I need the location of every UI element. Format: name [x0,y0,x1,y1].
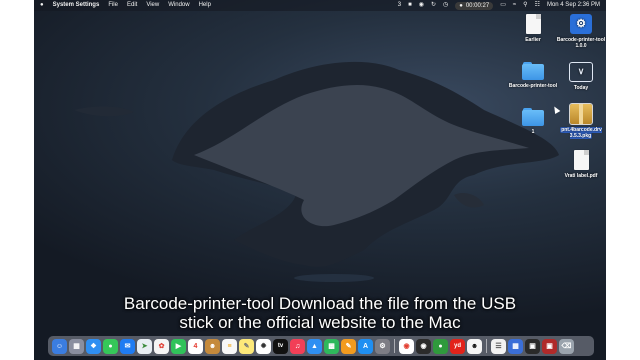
wifi-icon[interactable]: ≈ [513,0,516,11]
downloads-stack-icon[interactable]: ▦ [508,338,523,354]
apple-icon[interactable]: ● [40,0,44,11]
notification-badge[interactable]: 3 [398,0,401,11]
pages-icon[interactable]: ✎ [341,338,356,354]
document-icon [525,14,541,34]
app-icon[interactable]: ◉ [419,0,424,11]
recent-window-icon[interactable]: ▣ [525,338,540,354]
camera-app-icon[interactable]: ◉ [416,338,431,354]
menu-file[interactable]: File [108,0,118,11]
maps-icon[interactable]: ➤ [137,338,152,354]
desktop-item-label: pnt.4barcode.drv 3.5.3.pkg [560,127,602,139]
screen-recording-indicator[interactable]: ● 00:00:27 [455,1,494,10]
chevron-down-icon: ∨ [569,62,593,82]
app-store-icon[interactable]: A [358,338,373,354]
qq-icon[interactable]: ☻ [467,338,482,354]
photos-icon[interactable]: ✿ [154,338,169,354]
calendar-icon[interactable]: 4 [188,338,203,354]
recent-app-icon[interactable]: ▣ [542,338,557,354]
dock: ☺ ▦ ❖ ● ✉ ➤ ✿ ▶ 4 ☻ ≡ ✎ ✹ tv ♫ ▲ ▩ ✎ A ⚙… [48,336,594,356]
search-icon[interactable]: ⚲ [523,0,527,11]
desktop-item-folder-1[interactable]: 1 [507,108,559,135]
dock-separator [486,339,487,353]
subtitle-caption: Barcode-printer-tool Download the file f… [34,294,606,332]
desktop-item-barcode-tool-app[interactable]: ⚙ Barcode-printer-tool 1.0.0 [555,14,606,49]
pdf-icon [573,150,589,170]
folder-icon [522,108,544,126]
freeform-icon[interactable]: ✹ [256,338,271,354]
system-settings-icon[interactable]: ⚙ [375,338,390,354]
dock-separator [394,339,395,353]
clock-icon[interactable]: ◷ [443,0,448,11]
control-center-icon[interactable]: ☷ [535,0,540,11]
desktop-item-pdf[interactable]: Vrati label.pdf [555,150,606,179]
youdao-icon[interactable]: yd [450,338,465,354]
record-icon: ● [459,2,463,9]
desktop-item-label: Vrati label.pdf [564,173,598,179]
desktop-item-driver-pkg[interactable]: pnt.4barcode.drv 3.5.3.pkg [555,103,606,139]
caption-line-2: stick or the official website to the Mac [179,313,461,332]
app-menu-system-settings[interactable]: System Settings [53,0,100,11]
battery-icon[interactable]: ▭ [500,0,506,11]
desktop-item-today[interactable]: ∨ Today [555,62,606,91]
folder-icon [522,62,544,80]
facetime-icon[interactable]: ▶ [171,338,186,354]
barcode-tool-icon: ⚙ [570,14,592,34]
numbers-icon[interactable]: ▩ [324,338,339,354]
preview-doc-icon[interactable]: ☰ [491,338,506,354]
finder-icon[interactable]: ☺ [52,338,67,354]
desktop-screen: ● System Settings File Edit View Window … [34,0,606,360]
wechat-icon[interactable]: ● [433,338,448,354]
trash-icon[interactable]: ⌫ [559,338,574,354]
desktop-item-label: 1 [531,129,535,135]
caption-line-1: Barcode-printer-tool Download the file f… [123,294,517,313]
safari-icon[interactable]: ❖ [86,338,101,354]
contacts-icon[interactable]: ☻ [205,338,220,354]
sync-icon[interactable]: ↻ [431,0,436,11]
desktop-item-label: Earlier [525,37,541,43]
extension-icon[interactable]: ■ [408,0,412,11]
menubar-datetime[interactable]: Mon 4 Sep 2:36 PM [547,0,600,11]
desktop-item-label: Today [573,85,589,91]
desktop-item-barcode-tool-folder[interactable]: Barcode-printer-tool [507,62,559,89]
desktop-item-label: Barcode-printer-tool [508,83,558,89]
apple-tv-icon[interactable]: tv [273,338,288,354]
launchpad-icon[interactable]: ▦ [69,338,84,354]
reminders-icon[interactable]: ≡ [222,338,237,354]
desktop-item-earlier[interactable]: Earlier [507,14,559,43]
menu-help[interactable]: Help [199,0,211,11]
mail-icon[interactable]: ✉ [120,338,135,354]
keynote-icon[interactable]: ▲ [307,338,322,354]
menu-window[interactable]: Window [168,0,189,11]
package-icon [569,103,593,125]
notes-icon[interactable]: ✎ [239,338,254,354]
messages-icon[interactable]: ● [103,338,118,354]
record-timer: 00:00:27 [465,2,490,9]
chrome-icon[interactable]: ◉ [399,338,414,354]
menu-bar: ● System Settings File Edit View Window … [34,0,606,11]
menu-view[interactable]: View [146,0,159,11]
music-icon[interactable]: ♫ [290,338,305,354]
desktop-item-label: Barcode-printer-tool 1.0.0 [556,37,606,49]
menu-edit[interactable]: Edit [127,0,137,11]
